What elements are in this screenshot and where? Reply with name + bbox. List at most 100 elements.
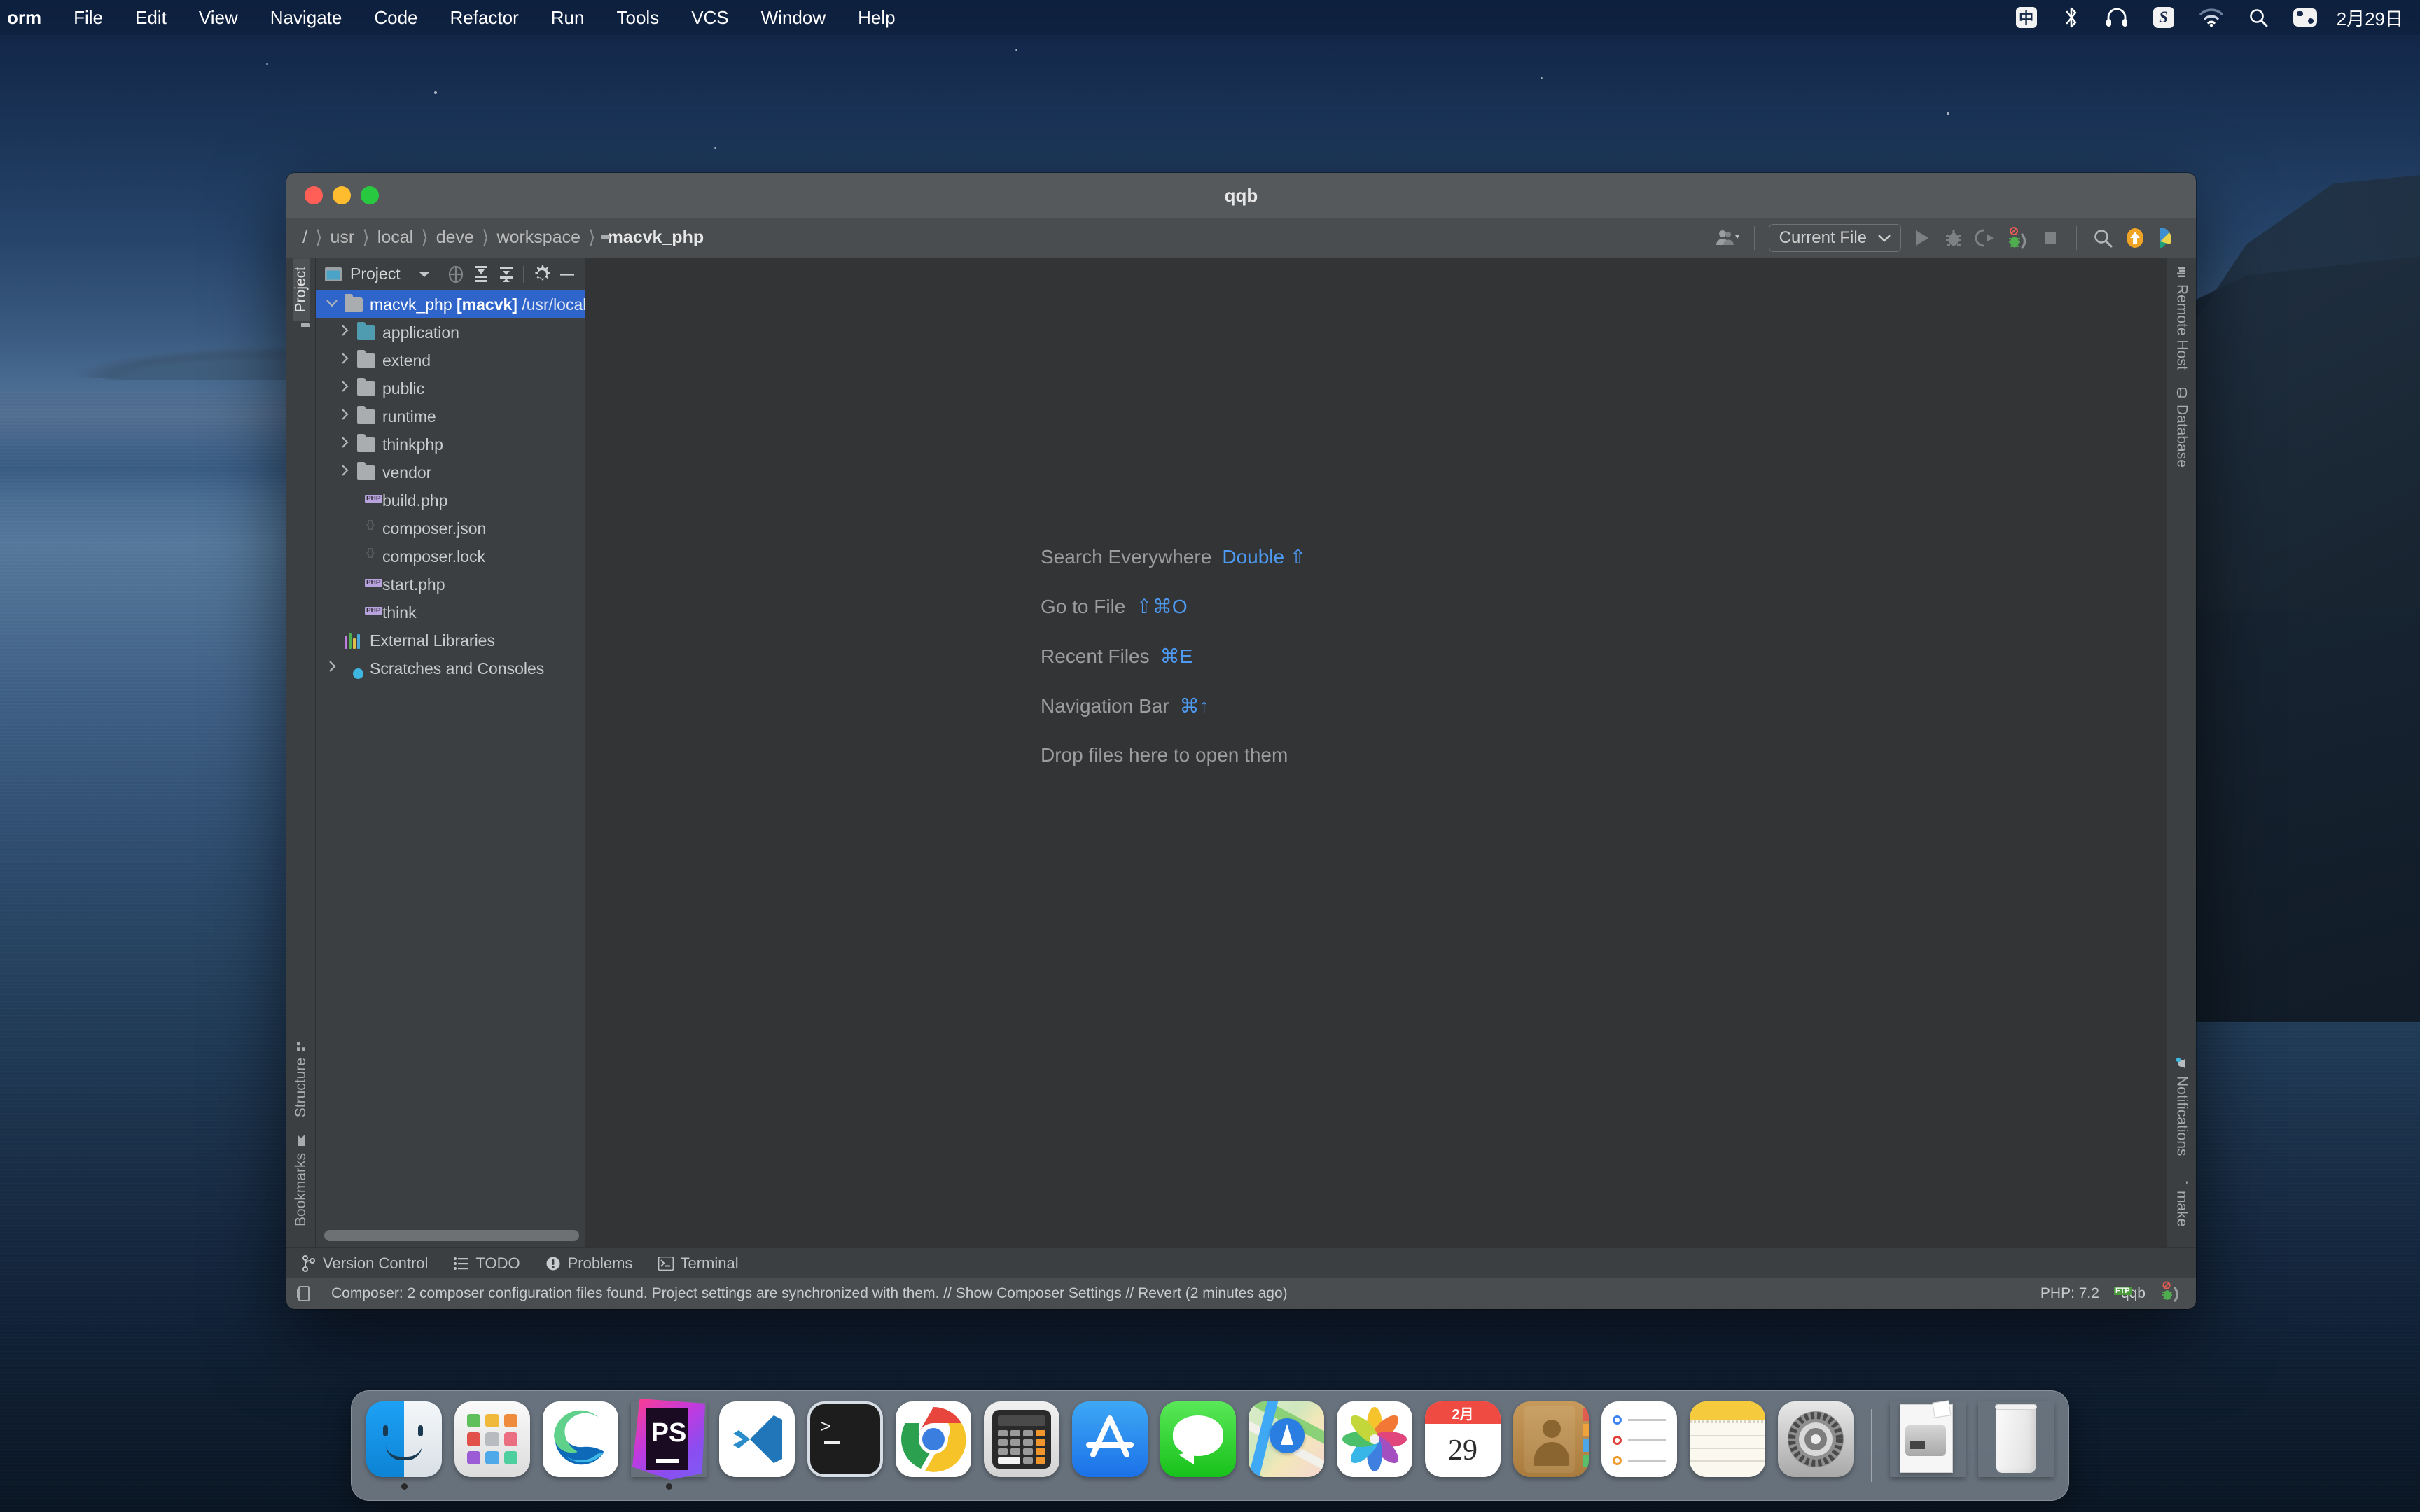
- menu-item-view[interactable]: View: [183, 0, 254, 35]
- chevron-right-icon[interactable]: [334, 323, 355, 342]
- hide-icon[interactable]: [555, 262, 579, 286]
- tool-tab-terminal[interactable]: Terminal: [658, 1254, 739, 1273]
- update-project-icon[interactable]: [2119, 222, 2151, 254]
- dock-item-messages[interactable]: [1157, 1401, 1239, 1490]
- deployment-server-indicator[interactable]: FTP qqb: [2113, 1285, 2146, 1302]
- menu-item-code[interactable]: Code: [358, 0, 433, 35]
- dock-item-launchpad[interactable]: [451, 1401, 534, 1490]
- sidebar-item-structure[interactable]: Structure: [293, 1032, 310, 1126]
- breadcrumb-local[interactable]: local: [375, 227, 415, 248]
- tool-tab-todo[interactable]: TODO: [453, 1254, 520, 1273]
- tree-row[interactable]: PHP start.php: [316, 570, 585, 598]
- sidebar-item-notifications[interactable]: Notifications: [2174, 1049, 2190, 1164]
- dock-item-downloads[interactable]: [1886, 1400, 1969, 1490]
- php-debug-listener-icon[interactable]: [2161, 1281, 2182, 1306]
- menu-item-navigate[interactable]: Navigate: [254, 0, 359, 35]
- tree-row[interactable]: runtime: [316, 402, 585, 430]
- debug-icon[interactable]: [1938, 222, 1970, 254]
- user-avatar-dropdown-icon[interactable]: [1712, 222, 1744, 254]
- dock-item-trash[interactable]: [1975, 1401, 2057, 1490]
- menu-item-run[interactable]: Run: [535, 0, 601, 35]
- sidebar-item-project[interactable]: Project: [292, 258, 310, 321]
- menu-item-file[interactable]: File: [57, 0, 119, 35]
- dock-item-edge[interactable]: [539, 1401, 622, 1490]
- profile-debug-icon[interactable]: [2002, 222, 2034, 254]
- dock-item-chrome[interactable]: [892, 1401, 975, 1490]
- horizontal-scrollbar[interactable]: [324, 1230, 579, 1241]
- chevron-down-icon[interactable]: [321, 297, 342, 312]
- sidebar-item-bookmarks[interactable]: Bookmarks: [293, 1126, 310, 1235]
- dock-item-calendar[interactable]: 2月 29: [1421, 1401, 1504, 1490]
- dock-item-contacts[interactable]: [1510, 1401, 1592, 1490]
- tool-tab-version-control[interactable]: Version Control: [302, 1254, 428, 1273]
- select-opened-file-icon[interactable]: [444, 262, 468, 286]
- search-everywhere-icon[interactable]: [2087, 222, 2119, 254]
- chevron-right-icon[interactable]: [334, 379, 355, 398]
- collapse-all-icon[interactable]: [494, 262, 518, 286]
- chevron-right-icon[interactable]: [334, 435, 355, 454]
- menu-item-edit[interactable]: Edit: [119, 0, 183, 35]
- sogou-input-icon[interactable]: S: [2141, 0, 2187, 35]
- run-with-coverage-icon[interactable]: [1970, 222, 2002, 254]
- dock-item-vscode[interactable]: [716, 1401, 798, 1490]
- menu-item-tools[interactable]: Tools: [600, 0, 675, 35]
- chevron-right-icon[interactable]: [334, 351, 355, 370]
- stop-icon[interactable]: [2034, 222, 2066, 254]
- tree-row[interactable]: Scratches and Consoles: [316, 654, 585, 682]
- settings-gear-icon[interactable]: [530, 262, 554, 286]
- menu-item-help[interactable]: Help: [842, 0, 911, 35]
- project-tree[interactable]: macvk_php [macvk] /usr/local/deve/worksp…: [316, 290, 585, 1224]
- breadcrumb-root[interactable]: /: [300, 227, 310, 248]
- tree-row[interactable]: PHP think: [316, 598, 585, 626]
- tree-row[interactable]: {} composer.json: [316, 514, 585, 542]
- breadcrumb-deve[interactable]: deve: [434, 227, 476, 248]
- tree-row[interactable]: extend: [316, 346, 585, 374]
- breadcrumb-current[interactable]: macvk_php: [601, 227, 704, 248]
- tree-row[interactable]: External Libraries: [316, 626, 585, 654]
- run-configuration-selector[interactable]: Current File: [1768, 223, 1901, 252]
- breadcrumb-workspace[interactable]: workspace: [495, 227, 583, 248]
- control-center-icon[interactable]: [2281, 0, 2330, 35]
- dock-item-app-store[interactable]: [1069, 1401, 1151, 1490]
- breadcrumb-usr[interactable]: usr: [328, 227, 357, 248]
- wifi-icon[interactable]: [2187, 0, 2236, 35]
- menu-item-window[interactable]: Window: [745, 0, 842, 35]
- chevron-right-icon[interactable]: [321, 659, 342, 678]
- dock-item-photos[interactable]: [1333, 1401, 1416, 1490]
- chevron-right-icon[interactable]: [334, 463, 355, 482]
- tree-row[interactable]: PHP build.php: [316, 486, 585, 514]
- sidebar-item-make[interactable]: M make: [2174, 1165, 2190, 1235]
- tree-row[interactable]: macvk_php [macvk] /usr/local/deve/worksp…: [316, 290, 585, 318]
- menu-bar-clock[interactable]: 2月29日: [2330, 5, 2403, 31]
- dock-item-finder[interactable]: [363, 1401, 445, 1490]
- ime-chinese-icon[interactable]: 中: [2003, 0, 2050, 35]
- bluetooth-icon[interactable]: [2050, 0, 2093, 35]
- dock-item-maps[interactable]: [1245, 1401, 1328, 1490]
- tree-row[interactable]: vendor: [316, 458, 585, 486]
- dock-item-phpstorm[interactable]: PS: [627, 1399, 710, 1490]
- dock-item-notes[interactable]: [1686, 1401, 1769, 1490]
- project-panel-title[interactable]: Project: [324, 265, 431, 284]
- run-icon[interactable]: [1905, 222, 1938, 254]
- dock-item-reminders[interactable]: [1598, 1401, 1681, 1490]
- tree-row[interactable]: public: [316, 374, 585, 402]
- deploy-icon[interactable]: [2151, 222, 2183, 254]
- menu-item-vcs[interactable]: VCS: [675, 0, 744, 35]
- sidebar-item-database[interactable]: Database: [2174, 379, 2190, 476]
- dock-item-terminal[interactable]: >: [804, 1401, 886, 1490]
- tree-row[interactable]: thinkphp: [316, 430, 585, 458]
- expand-all-icon[interactable]: [469, 262, 493, 286]
- headphones-icon[interactable]: [2093, 0, 2141, 35]
- dock-item-system-preferences[interactable]: [1774, 1401, 1857, 1490]
- memory-indicator-icon[interactable]: [296, 1285, 312, 1302]
- tool-tab-problems[interactable]: Problems: [545, 1254, 633, 1273]
- tree-row[interactable]: application: [316, 318, 585, 346]
- status-message[interactable]: Composer: 2 composer configuration files…: [331, 1285, 1288, 1302]
- menu-item-refactor[interactable]: Refactor: [434, 0, 535, 35]
- dock-item-calculator[interactable]: [980, 1401, 1063, 1490]
- menu-item-app[interactable]: orm: [0, 0, 57, 35]
- sidebar-item-remote-host[interactable]: Remote Host: [2174, 258, 2190, 379]
- chevron-right-icon[interactable]: [334, 407, 355, 426]
- editor-empty-area[interactable]: Search Everywhere Double ⇧ Go to File ⇧⌘…: [585, 258, 2167, 1247]
- tree-row[interactable]: {} composer.lock: [316, 542, 585, 570]
